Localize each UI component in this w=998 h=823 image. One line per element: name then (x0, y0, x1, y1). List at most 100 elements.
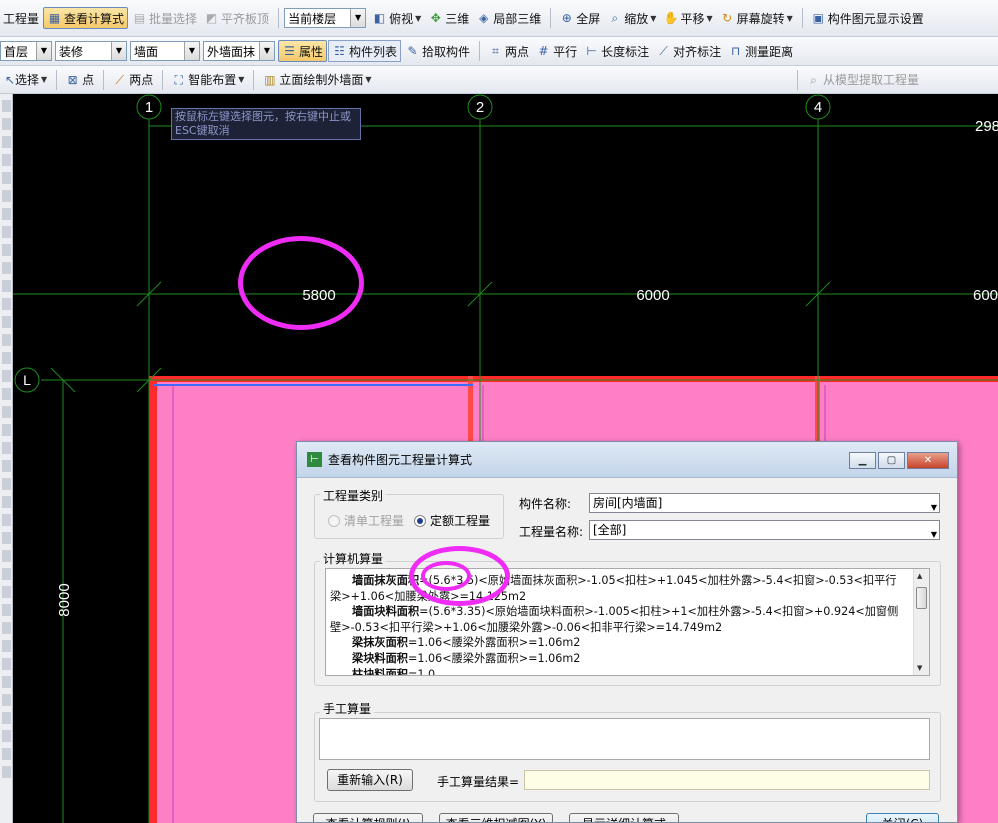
length-dim-icon: ⊢ (586, 44, 597, 58)
point-icon: ⊠ (67, 72, 78, 87)
calc-line-name: 墙面抹灰面积 (352, 574, 420, 587)
display-settings-button[interactable]: ▣ 构件图元显示设置 (808, 7, 927, 29)
component-name-label: 构件名称: (519, 497, 572, 511)
two-point-dim-button[interactable]: ⌗ 两点 (485, 40, 532, 62)
qty-name-combo[interactable]: [全部] ▼ (589, 520, 940, 540)
scroll-thumb[interactable] (916, 587, 927, 609)
smart-layout-icon: ⛶ (174, 72, 183, 87)
left-tool-strip[interactable] (0, 94, 13, 823)
smart-layout-button[interactable]: ⛶ 智能布置 ▼ (168, 69, 247, 91)
axis-label-4[interactable]: 4 (814, 99, 822, 116)
reenter-button[interactable]: 重新输入(R) (327, 769, 413, 791)
parallel-label: 平行 (553, 44, 578, 59)
maximize-button[interactable]: ▢ (878, 452, 905, 469)
radio-quota-label: 定额工程量 (430, 514, 491, 528)
app-icon: ⊢ (307, 452, 322, 467)
calc-line-text: =(5.6*3.5)<原始墙面抹灰面积>-1.05<扣柱>+1.045<加柱外露… (419, 574, 897, 587)
calc-text-area[interactable]: 墙面抹灰面积=(5.6*3.5)<原始墙面抹灰面积>-1.05<扣柱>+1.04… (325, 568, 930, 676)
properties-button[interactable]: ☰ 属性 (278, 40, 328, 62)
calc-line-text: =1.06<腰梁外露面积>=1.06m2 (407, 636, 581, 650)
aligned-dim-button[interactable]: ⟋ 对齐标注 (653, 40, 724, 62)
view-3d-deduction-button[interactable]: 查看三维扣减图(Y) (439, 813, 553, 822)
radio-bill-label: 清单工程量 (344, 514, 405, 528)
wall-left[interactable] (149, 376, 157, 823)
view-calc-rules-button[interactable]: 查看计算规则(J) (313, 813, 423, 822)
two-point-button[interactable]: ⟋ 两点 (109, 69, 156, 91)
quantity-button[interactable]: 工程量 (0, 7, 42, 29)
calc-lines: 墙面抹灰面积=(5.6*3.5)<原始墙面抹灰面积>-1.05<扣柱>+1.04… (330, 573, 909, 676)
top-view-label: 俯视 (389, 11, 414, 26)
floor-combo[interactable]: 当前楼层 ▼ (284, 8, 367, 28)
two-point-dim-label: 两点 (505, 44, 530, 59)
axis-label-1[interactable]: 1 (145, 99, 153, 116)
calc-line: 梁>+1.06<加腰梁外露>=14.125m2 (330, 589, 909, 605)
top-view-button[interactable]: ◧ 俯视 ▼ (369, 7, 424, 29)
3d-view-button[interactable]: ✥ 三维 (425, 7, 472, 29)
align-slab-label: 平齐板顶 (221, 11, 270, 26)
rotate-screen-button[interactable]: ↻ 屏幕旋转 ▼ (717, 7, 796, 29)
calc-scrollbar[interactable]: ▲ ▼ (913, 569, 929, 675)
pick-component-button[interactable]: ✎ 拾取构件 (402, 40, 473, 62)
calc-line-name: 梁抹灰面积 (352, 636, 408, 650)
zoom-button[interactable]: ⌕ 缩放 ▼ (604, 7, 659, 29)
calc-line: 柱块料面积=1.0 (330, 667, 909, 676)
component-name-combo[interactable]: 房间[内墙面] ▼ (589, 493, 940, 513)
floor-select[interactable]: 首层 ▼ (0, 41, 52, 61)
dialog-title-bar[interactable]: ⊢ 查看构件图元工程量计算式 ▁ ▢ ✕ (297, 442, 957, 478)
chevron-down-icon: ▼ (111, 42, 126, 60)
toolbar-separator (56, 69, 58, 90)
calc-section-label: 计算机算量 (320, 550, 387, 567)
calc-line-text: 壁>-0.53<扣平行梁>+1.06<加腰梁外露>-0.06<扣非平行梁>=14… (330, 620, 723, 634)
close-window-button[interactable]: ✕ (907, 452, 949, 469)
show-detail-formula-button[interactable]: 显示详细计算式 (569, 813, 679, 822)
category-select[interactable]: 装修 ▼ (55, 41, 127, 61)
view-formula-button[interactable]: ▦ 查看计算式 (43, 7, 129, 29)
chevron-down-icon: ▼ (36, 42, 51, 60)
calc-line-text: =1.0 (407, 667, 436, 676)
local-3d-label: 局部三维 (493, 11, 542, 26)
rotate-icon: ↻ (722, 11, 733, 25)
radio-bill-qty[interactable]: 清单工程量 (328, 512, 404, 529)
select-button[interactable]: ↖ 选择 ▼ (2, 69, 50, 91)
local-3d-button[interactable]: ◈ 局部三维 (473, 7, 544, 29)
scroll-up-icon[interactable]: ▲ (917, 572, 922, 580)
type-select[interactable]: 墙面 ▼ (130, 41, 200, 61)
facade-wall-button[interactable]: ▥ 立面绘制外墙面 ▼ (259, 69, 374, 91)
scroll-down-icon[interactable]: ▼ (917, 664, 922, 672)
radio-quota-qty[interactable]: 定额工程量 (414, 512, 490, 529)
batch-select-button[interactable]: ▤ 批量选择 (129, 7, 200, 29)
length-dim-button[interactable]: ⊢ 长度标注 (581, 40, 652, 62)
dialog-title: 查看构件图元工程量计算式 (328, 453, 473, 467)
extract-quantity-button[interactable]: ⌕ 从模型提取工程量 (803, 69, 922, 91)
manual-input-area[interactable] (319, 718, 930, 760)
main-toolbar: 工程量 ▦ 查看计算式 ▤ 批量选择 ◩ 平齐板顶 当前楼层 ▼ ◧ 俯视 ▼ ✥ 三维 ◈ 局… (0, 0, 998, 37)
3d-view-label: 三维 (445, 11, 470, 26)
facade-icon: ▥ (264, 72, 276, 87)
pan-label: 平移 (680, 11, 705, 26)
measure-distance-button[interactable]: ⊓ 测量距离 (725, 40, 796, 62)
point-button[interactable]: ⊠ 点 (62, 69, 97, 91)
two-point-label: 两点 (129, 73, 154, 87)
zoom-label: 缩放 (624, 11, 649, 26)
calc-line: 壁>-0.53<扣平行梁>+1.06<加腰梁外露>-0.06<扣非平行梁>=14… (330, 620, 909, 636)
component-list-button[interactable]: ☷ 构件列表 (328, 40, 402, 62)
component-toolbar: 首层 ▼ 装修 ▼ 墙面 ▼ 外墙面抹 ▼ ☰ 属性 ☷ 构件列表 ✎ 拾取构件 ⌗ 两点 # 平… (0, 37, 998, 66)
component-select[interactable]: 外墙面抹 ▼ (203, 41, 275, 61)
calc-line: 墙面块料面积=(5.6*3.35)<原始墙面块料面积>-1.005<扣柱>+1<… (330, 604, 909, 620)
parallel-button[interactable]: # 平行 (533, 40, 580, 62)
toolbar-separator (479, 41, 481, 61)
manual-result-field[interactable] (524, 770, 930, 790)
axis-label-L[interactable]: L (23, 372, 31, 388)
wall-top[interactable] (149, 376, 998, 382)
align-slab-top-button[interactable]: ◩ 平齐板顶 (201, 7, 272, 29)
fullscreen-button[interactable]: ⊕ 全屏 (556, 7, 603, 29)
axis-label-2[interactable]: 2 (476, 99, 484, 116)
pan-icon: ✋ (663, 11, 679, 25)
close-button[interactable]: 关闭(C) (866, 813, 939, 822)
chevron-down-icon: ▼ (706, 13, 713, 23)
batch-select-icon: ▤ (133, 11, 146, 25)
toolbar-separator (550, 8, 552, 28)
minimize-button[interactable]: ▁ (849, 452, 876, 469)
pan-button[interactable]: ✋ 平移 ▼ (660, 7, 715, 29)
toolbar-separator (253, 69, 255, 90)
